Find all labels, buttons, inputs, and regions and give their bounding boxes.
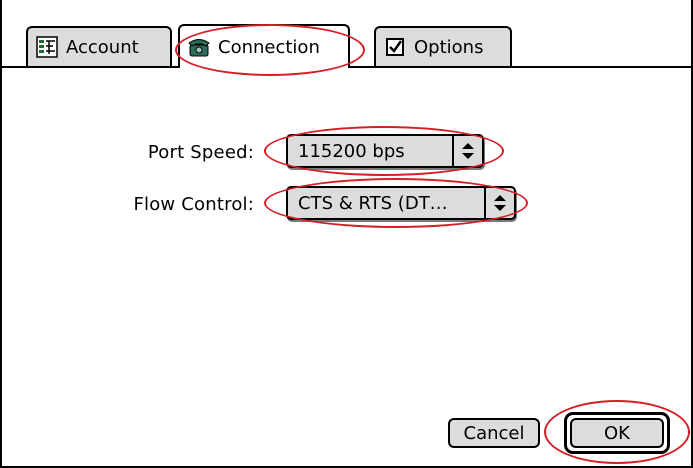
port-speed-value: 115200 bps	[298, 140, 405, 162]
tab-options-label: Options	[414, 36, 484, 58]
tab-connection-label: Connection	[218, 36, 320, 58]
flow-control-label: Flow Control:	[133, 194, 254, 215]
port-speed-popup[interactable]: 115200 bps	[286, 134, 484, 168]
port-speed-label: Port Speed:	[147, 142, 254, 163]
updown-arrows-icon	[484, 188, 514, 218]
account-icon	[36, 36, 58, 58]
ok-button[interactable]: OK	[570, 418, 664, 448]
flow-control-popup[interactable]: CTS & RTS (DT…	[286, 186, 516, 220]
tab-account[interactable]: Account	[26, 26, 172, 66]
flow-control-value: CTS & RTS (DT…	[298, 192, 448, 214]
phone-icon	[188, 36, 210, 58]
updown-arrows-icon	[452, 136, 482, 166]
cancel-button[interactable]: Cancel	[448, 418, 540, 448]
tab-connection[interactable]: Connection	[178, 24, 350, 68]
tab-account-label: Account	[66, 36, 139, 58]
dialog-window	[0, 0, 693, 468]
checkbox-icon	[384, 36, 406, 58]
tab-options[interactable]: Options	[374, 26, 512, 66]
